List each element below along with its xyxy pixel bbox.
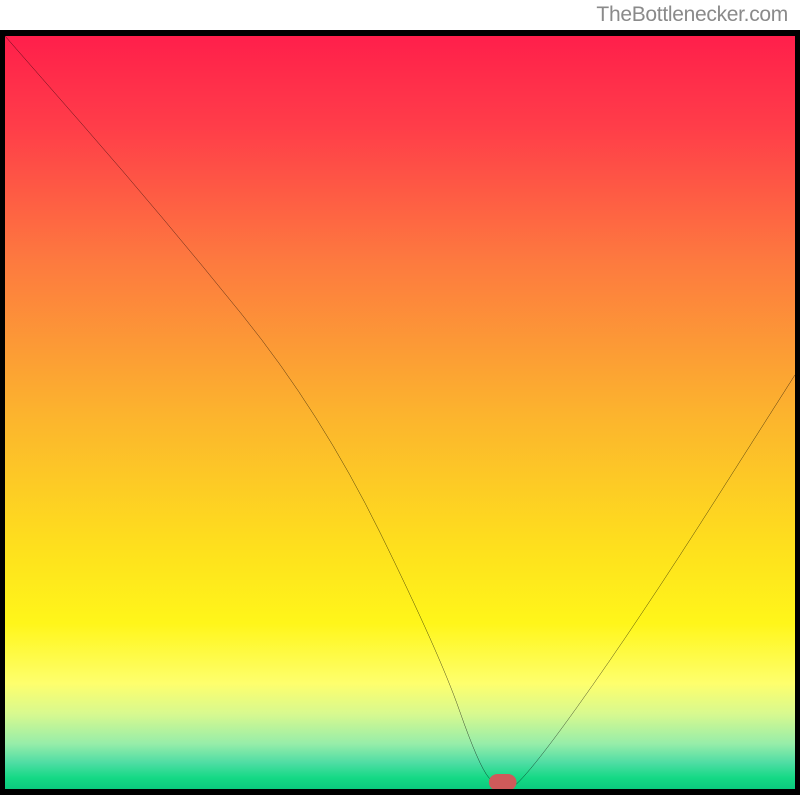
bottleneck-chart <box>0 30 800 795</box>
optimal-marker <box>5 36 795 789</box>
plot-area <box>5 36 795 789</box>
source-label: TheBottlenecker.com <box>596 3 788 27</box>
